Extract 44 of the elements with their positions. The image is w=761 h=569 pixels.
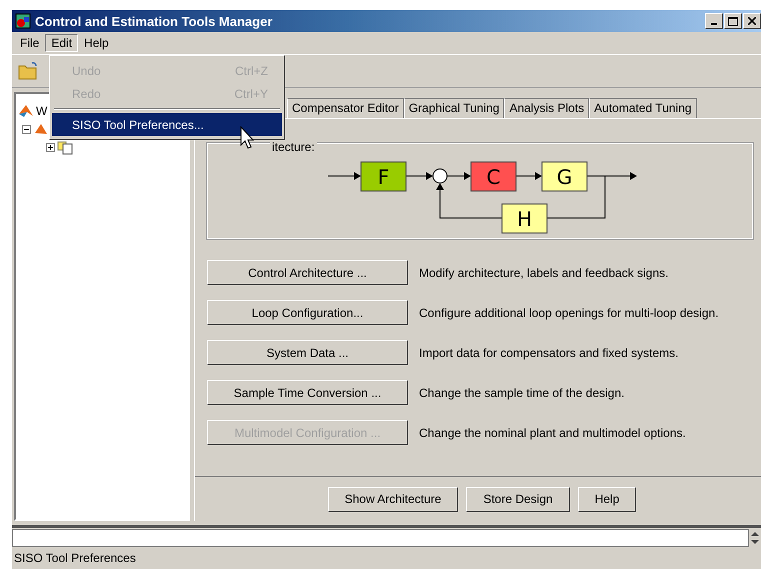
app-icon	[15, 13, 31, 29]
maximize-button[interactable]	[724, 13, 742, 29]
action-description: Modify architecture, labels and feedback signs.	[419, 266, 668, 280]
dialog-button[interactable]: Show Architecture	[328, 486, 458, 512]
status-text: SISO Tool Preferences	[14, 551, 136, 565]
signal-arrow	[406, 172, 433, 180]
menu-item[interactable]: Help	[78, 34, 115, 52]
block: F	[360, 162, 406, 192]
tab[interactable]: Analysis Plots	[504, 98, 590, 119]
action-button[interactable]: Loop Configuration...	[207, 300, 408, 325]
action-button[interactable]: Sample Time Conversion ...	[207, 380, 408, 405]
dialog-button[interactable]: Store Design	[466, 486, 570, 512]
close-button[interactable]	[743, 13, 761, 29]
tree-item[interactable]: W	[36, 104, 48, 118]
signal-arrow	[516, 172, 542, 180]
signal-arrow	[328, 172, 361, 180]
summing-junction	[432, 168, 448, 184]
maximize-icon	[728, 16, 738, 26]
action-description: Import data for compensators and fixed systems.	[419, 346, 678, 360]
window-title: Control and Estimation Tools Manager	[35, 14, 274, 28]
action-description: Change the nominal plant and multimodel options.	[419, 426, 686, 440]
folder-icon[interactable]	[18, 62, 38, 80]
action-button[interactable]: Control Architecture ...	[207, 260, 408, 285]
action-description: Configure additional loop openings for multi-loop design.	[419, 306, 719, 320]
block: C	[470, 162, 516, 192]
menu-item[interactable]: File	[14, 34, 46, 52]
group-title: itecture:	[270, 140, 317, 154]
tab[interactable]: Automated Tuning	[589, 98, 697, 119]
action-description: Change the sample time of the design.	[419, 386, 624, 400]
expand-icon[interactable]	[46, 142, 55, 152]
tab[interactable]: Compensator Editor	[287, 98, 404, 119]
block: G	[542, 162, 588, 192]
close-icon	[748, 17, 756, 25]
minimize-button[interactable]	[705, 13, 723, 29]
menu-item[interactable]: SISO Tool Preferences...	[52, 113, 282, 136]
block: H	[502, 204, 548, 234]
output-arrow	[586, 172, 637, 180]
signal-arrow	[446, 172, 471, 180]
dialog-button[interactable]: Help	[578, 486, 636, 512]
action-button[interactable]: System Data ...	[207, 340, 408, 365]
command-field[interactable]	[12, 529, 749, 547]
tab[interactable]: Graphical Tuning	[404, 98, 504, 119]
collapse-icon[interactable]	[22, 124, 31, 134]
menu-item[interactable]: Edit	[45, 34, 78, 52]
